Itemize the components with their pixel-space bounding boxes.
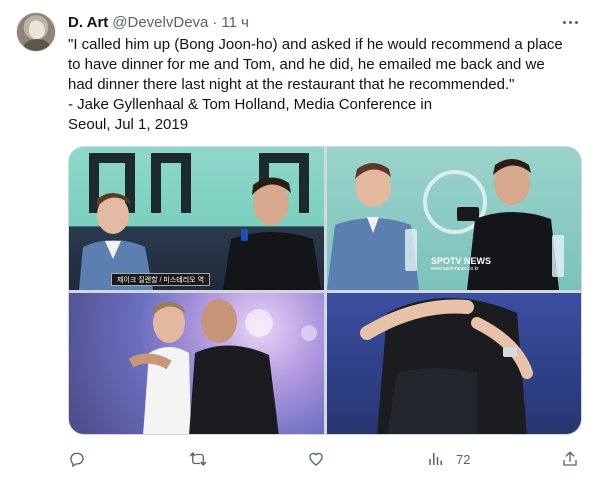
tweet-text-line: - Jake Gyllenhaal & Tom Holland, Media C… — [68, 96, 433, 113]
avatar[interactable] — [16, 12, 56, 52]
views-button[interactable]: 72 — [427, 449, 470, 469]
tweet-header: D. Art @DevelvDeva · 11 ч — [68, 12, 249, 32]
share-icon — [563, 451, 577, 466]
photo-caption: 제이크 질렌할 / 미스테리오 역 — [111, 273, 211, 286]
media-photo-1[interactable]: 제이크 질렌할 / 미스테리오 역 — [69, 147, 324, 290]
timestamp[interactable]: 11 ч — [221, 14, 249, 31]
tweet-text-line: "I called him up (Bong Joon-ho) and aske… — [68, 36, 563, 53]
action-bar: 72 — [68, 449, 583, 469]
retweet-icon — [189, 452, 207, 466]
views-icon — [429, 453, 442, 465]
like-button[interactable] — [307, 449, 325, 469]
tweet-text: "I called him up (Bong Joon-ho) and aske… — [68, 35, 583, 135]
tweet-text-line: to have dinner for me and Tom, and he di… — [68, 56, 545, 73]
tweet-text-line: had dinner there last night at the resta… — [68, 76, 515, 93]
watermark-title: SPOTV NEWS — [431, 256, 492, 266]
heart-icon — [309, 452, 323, 466]
separator: · — [212, 13, 218, 31]
author-handle[interactable]: @DevelvDeva — [112, 14, 208, 31]
tweet-text-line: Seoul, Jul 1, 2019 — [68, 116, 189, 133]
media-photo-4[interactable] — [327, 293, 581, 434]
media-photo-2[interactable]: SPOTV NEWS www.spotvnews.co.kr — [327, 147, 581, 290]
tweet[interactable]: D. Art @DevelvDeva · 11 ч "I called him … — [0, 0, 598, 480]
reply-button[interactable] — [68, 449, 86, 469]
views-count: 72 — [456, 451, 471, 467]
author-name[interactable]: D. Art — [68, 14, 108, 31]
media-grid: 제이크 질렌할 / 미스테리오 역 SPOTV NEWS www.spotvne… — [68, 146, 582, 435]
media-photo-3[interactable] — [69, 293, 324, 434]
more-options-icon[interactable] — [560, 12, 580, 32]
share-button[interactable] — [561, 449, 579, 469]
photo-watermark: SPOTV NEWS www.spotvnews.co.kr — [431, 256, 492, 273]
watermark-url: www.spotvnews.co.kr — [431, 266, 479, 272]
retweet-button[interactable] — [189, 449, 207, 469]
reply-icon — [70, 452, 84, 468]
